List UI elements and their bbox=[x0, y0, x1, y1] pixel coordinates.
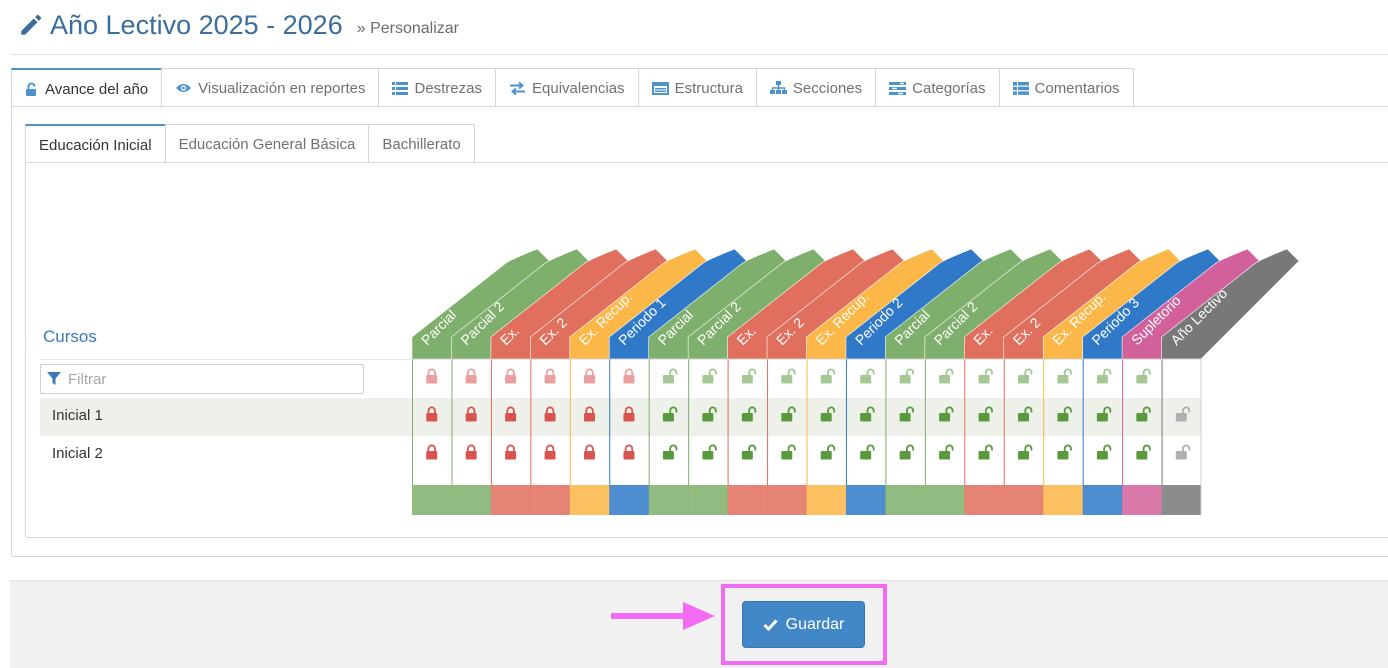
arrow-annotation-icon bbox=[611, 602, 715, 630]
tasks-icon bbox=[889, 81, 907, 95]
save-label: Guardar bbox=[785, 615, 845, 633]
filter-box bbox=[40, 364, 364, 394]
exchange-icon bbox=[509, 81, 526, 95]
tab-avance-del-ano[interactable]: Avance del año bbox=[11, 68, 163, 108]
main-tabs: Avance del año Visualización en reportes… bbox=[11, 68, 1134, 108]
tab-label: Estructura bbox=[674, 79, 743, 97]
breadcrumb[interactable]: » Personalizar bbox=[357, 20, 459, 38]
filter-icon bbox=[47, 372, 61, 386]
sitemap-icon bbox=[769, 81, 787, 95]
tab-label: Equivalencias bbox=[532, 79, 625, 97]
courses-divider bbox=[40, 359, 412, 360]
page-title: Año Lectivo 2025 - 2026 bbox=[50, 9, 343, 40]
list-icon bbox=[392, 81, 409, 95]
eye-icon bbox=[175, 82, 192, 94]
course-row-inicial-1[interactable]: Inicial 1 bbox=[52, 407, 103, 424]
tab-equivalencias[interactable]: Equivalencias bbox=[495, 68, 639, 107]
tab-educacion-inicial[interactable]: Educación Inicial bbox=[25, 124, 166, 164]
courses-header: Cursos bbox=[43, 327, 97, 346]
check-icon bbox=[763, 618, 778, 631]
tab-label: Categorías bbox=[912, 79, 986, 97]
unlock-icon bbox=[25, 82, 39, 97]
tab-visualizacion-en-reportes[interactable]: Visualización en reportes bbox=[161, 68, 380, 107]
tab-bachillerato[interactable]: Bachillerato bbox=[368, 124, 475, 163]
tab-label: Comentarios bbox=[1034, 79, 1120, 97]
tab-destrezas[interactable]: Destrezas bbox=[378, 68, 496, 107]
tab-label: Avance del año bbox=[45, 80, 149, 98]
save-button[interactable]: Guardar bbox=[742, 601, 865, 648]
tab-comentarios[interactable]: Comentarios bbox=[998, 68, 1134, 107]
tab-categorias[interactable]: Categorías bbox=[875, 68, 1000, 107]
window-icon bbox=[651, 81, 669, 95]
tab-educacion-general-basica[interactable]: Educación General Básica bbox=[164, 124, 370, 163]
level-tabs: Educación Inicial Educación General Bási… bbox=[25, 124, 475, 164]
filter-input[interactable] bbox=[66, 369, 346, 389]
tab-estructura[interactable]: Estructura bbox=[637, 68, 757, 107]
table-list-icon bbox=[1012, 81, 1029, 95]
course-row-inicial-2[interactable]: Inicial 2 bbox=[52, 445, 103, 462]
pencil-icon bbox=[21, 14, 42, 35]
header-divider bbox=[10, 54, 1388, 55]
page-header: Año Lectivo 2025 - 2026 » Personalizar bbox=[18, 5, 459, 45]
tab-secciones[interactable]: Secciones bbox=[755, 68, 877, 107]
tab-label: Visualización en reportes bbox=[198, 79, 366, 97]
tab-label: Secciones bbox=[792, 79, 863, 97]
level-tab-panel bbox=[25, 162, 1388, 538]
tab-label: Destrezas bbox=[414, 79, 482, 97]
